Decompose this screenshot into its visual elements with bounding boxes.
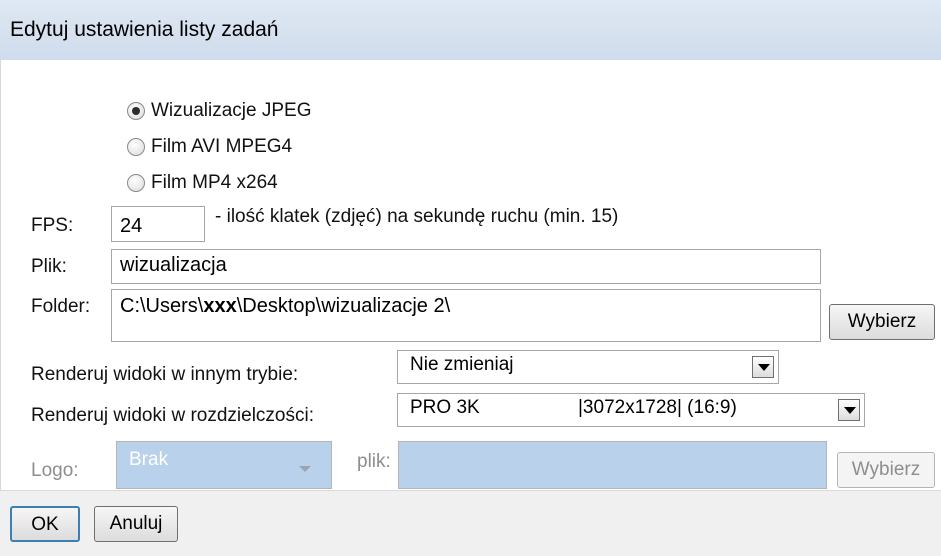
render-mode-label: Renderuj widoki w innym trybie: (31, 364, 299, 385)
folder-path-end: \Desktop\wizualizacje 2\ (236, 295, 451, 317)
render-mode-value: Nie zmieniaj (410, 354, 514, 375)
dropdown-arrow-icon[interactable] (752, 356, 774, 378)
dialog-footer: OK Anuluj (0, 490, 941, 556)
resolution-name: PRO 3K (410, 397, 480, 418)
file-label: Plik: (31, 256, 67, 277)
radio-jpeg-label: Wizualizacje JPEG (151, 100, 312, 121)
browse-logo-button[interactable]: Wybierz (837, 452, 935, 488)
radio-jpeg[interactable]: Wizualizacje JPEG (127, 100, 312, 122)
radio-mp4[interactable]: Film MP4 x264 (127, 172, 278, 194)
radio-avi-label: Film AVI MPEG4 (151, 136, 293, 157)
radio-checked-icon[interactable] (127, 102, 145, 120)
logo-label: Logo: (31, 460, 79, 481)
dialog-body: Wizualizacje JPEG Film AVI MPEG4 Film MP… (0, 60, 941, 490)
logo-file-label: plik: (357, 451, 391, 472)
logo-select[interactable]: Brak (116, 441, 332, 489)
radio-unchecked-icon[interactable] (127, 174, 145, 192)
folder-path-start: C:\Users\ (120, 295, 204, 317)
folder-path-user: xxx (203, 295, 237, 317)
folder-label: Folder: (31, 296, 91, 317)
file-name-input[interactable]: wizualizacja (111, 249, 821, 284)
dropdown-arrow-icon (299, 466, 311, 472)
browse-folder-button[interactable]: Wybierz (829, 304, 935, 340)
ok-button[interactable]: OK (10, 506, 80, 542)
fps-input[interactable]: 24 (111, 206, 205, 242)
fps-label: FPS: (31, 215, 74, 236)
dropdown-arrow-icon[interactable] (838, 399, 860, 421)
fps-hint: - ilość klatek (zdjęć) na sekundę ruchu … (215, 206, 619, 227)
radio-unchecked-icon[interactable] (127, 138, 145, 156)
render-mode-select[interactable]: Nie zmieniaj (397, 350, 779, 384)
logo-file-input[interactable] (398, 441, 827, 489)
radio-mp4-label: Film MP4 x264 (151, 172, 278, 193)
render-resolution-select[interactable]: PRO 3K |3072x1728| (16:9) (397, 393, 865, 427)
cancel-button[interactable]: Anuluj (94, 506, 178, 542)
window-title: Edytuj ustawienia listy zadań (10, 18, 279, 41)
logo-value: Brak (129, 449, 169, 470)
radio-avi[interactable]: Film AVI MPEG4 (127, 136, 292, 158)
folder-path-input[interactable]: C:\Users\xxx\Desktop\wizualizacje 2\ (111, 289, 821, 342)
resolution-detail: |3072x1728| (16:9) (578, 397, 737, 418)
title-bar: Edytuj ustawienia listy zadań (0, 0, 941, 61)
render-resolution-label: Renderuj widoki w rozdzielczości: (31, 405, 314, 426)
